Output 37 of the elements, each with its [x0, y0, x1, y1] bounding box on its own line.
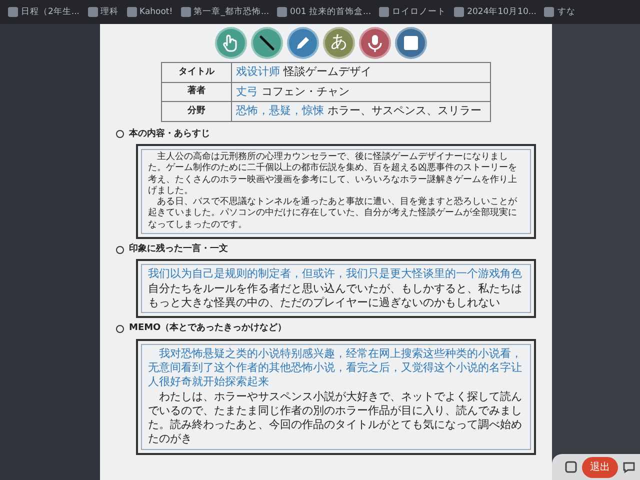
bookmark-icon [180, 7, 191, 17]
paragraph: わたしは、ホラーやサスペンス小説が大好きで、ネットでよく探して読んでいるので、たまたま同じ作者の別のホラー作品が目に入り、読んでみました。読み終わったあと、今回の作品のタイトルがとても気になって調べ始めたのがき [148, 390, 523, 447]
chat-icon[interactable] [622, 460, 636, 474]
bookmark-link[interactable]: すな [557, 6, 576, 18]
table-label: 分野 [162, 102, 232, 121]
bookmark-icon [544, 7, 554, 17]
bookmark-icon [454, 7, 464, 17]
bookmark-icon [126, 7, 137, 17]
table-cell: 戏设计师 怪談ゲームデザイ [232, 62, 490, 82]
bookmark-link[interactable]: 2024年10月10... [467, 6, 536, 18]
paragraph: 我对恐怖悬疑之类的小说特别感兴趣，经常在网上搜索这些种类的小说看，无意间看到了这个作者的其他恐怖小说，看完之后，又觉得这个小说的名字让人很好奇就开始探索起来 [148, 346, 523, 390]
exit-button[interactable]: 退出 [582, 456, 618, 478]
bookmark-icon [379, 7, 390, 17]
bookmark-link[interactable]: 理科 [100, 6, 119, 18]
table-label: タイトル [162, 62, 232, 82]
table-cell: 恐怖，悬疑，惊悚 ホラー、サスペンス、スリラー [232, 102, 490, 121]
bookmark-icon [88, 7, 98, 17]
bullet-icon [116, 324, 124, 333]
bullet-icon [116, 130, 124, 138]
paragraph: 我们以为自己是规则的制定者，但或许，我们只是更大怪谈里的一个游戏角色 [148, 267, 523, 282]
bookmark-link[interactable]: 001 拉来的首饰盒... [290, 6, 372, 18]
window-icon[interactable] [564, 460, 578, 474]
section-heading: MEMO（本とであったきっかけなど） [129, 322, 287, 336]
table-cell: 丈弓 コフェン・チャン [232, 82, 490, 102]
paragraph: ある日、バスで不思議なトンネルを通ったあと事故に遭い、目を覚ますと恐ろしいことが起きていました。パソコンの中だけに存在していた、自分が考えた怪談ゲームが全部現実になってしまったのです。 [148, 197, 518, 231]
bookmark-icon [8, 7, 18, 17]
section-heading: 本の内容・あらすじ [129, 128, 210, 140]
bookmark-link[interactable]: 第一章_都市恐怖... [194, 6, 270, 18]
paragraph: 主人公の高命は元刑務所の心理カウンセラーで、後に怪談ゲームデザイナーになりました。ゲーム制作のために二千個以上の都市伝説を集め、百を超える凶悪事件のストーリーを考え、たくさんのホラー映画や漫画を参考にして、いろいろなホラー謎解きゲームを作り上げました。 [148, 152, 518, 196]
table-label: 著者 [162, 82, 232, 102]
bookmark-link[interactable]: ロイロノート [392, 6, 446, 18]
section-heading: 印象に残った一言・一文 [129, 242, 228, 256]
bookmark-icon [277, 7, 288, 17]
paragraph: 自分たちをルールを作る者だと思い込んでいたが、もしかすると、私たちはもっと大きな怪異の中の、ただのプレイヤーに過ぎないのかもしれない [148, 282, 523, 310]
bullet-icon [116, 246, 124, 254]
bookmark-link[interactable]: 日程（2年生... [21, 6, 80, 18]
bookmark-link[interactable]: Kahoot! [140, 6, 173, 18]
